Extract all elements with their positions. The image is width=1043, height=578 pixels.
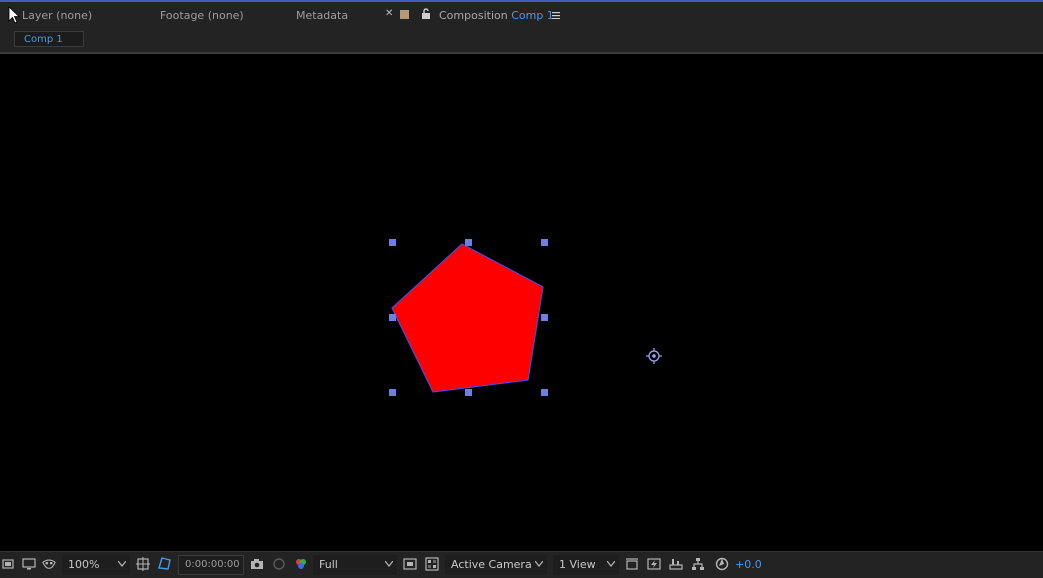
timeline-icon[interactable] [669,557,683,571]
view-layout-dropdown[interactable]: 1 View [553,555,619,575]
chevron-down-icon [385,561,393,567]
chevron-down-icon [607,561,615,567]
fast-previews-icon[interactable] [647,557,661,571]
mask-visibility-icon[interactable] [42,557,56,571]
tab-footage[interactable]: Footage (none) [160,9,244,22]
viewer-canvas [389,239,662,396]
panel-menu-icon[interactable] [552,12,560,19]
tab-layer[interactable]: Layer (none) [22,9,92,22]
pentagon-shape-layer[interactable] [391,243,544,393]
magnification-dropdown[interactable]: 100% [62,555,130,575]
magnification-value: 100% [68,558,100,571]
mouse-pointer-icon [8,6,20,24]
handle-bottom-left[interactable] [389,389,396,396]
composition-navigator: Comp 1 [0,28,1043,52]
color-channels-icon[interactable] [294,557,308,571]
handle-top-center[interactable] [465,239,472,246]
handle-middle-right[interactable] [541,314,548,321]
handle-top-right[interactable] [541,239,548,246]
monitor-icon[interactable] [22,557,36,571]
camera-snapshot-icon[interactable] [250,557,264,571]
region-of-interest-icon[interactable] [403,557,417,571]
tab-metadata[interactable]: Metadata [296,9,348,22]
current-time-field[interactable]: 0:00:00:00 [178,555,244,575]
composition-name: Comp 1 [511,9,554,22]
handle-bottom-right[interactable] [541,389,548,396]
anchor-point-icon[interactable] [646,348,662,364]
viewer-toolbar: 100% 0:00:00:00 Full Active Camera 1 Vie… [0,551,1043,578]
handle-middle-left[interactable] [389,314,396,321]
composition-tab-label: Composition Comp 1 [439,9,554,22]
composition-viewer[interactable] [0,54,1043,551]
tab-composition[interactable]: ✕ Composition Comp 1 [385,4,561,30]
label-color-swatch[interactable] [400,10,409,19]
view-layout-value: 1 View [559,558,596,571]
timecode-value: 0:00:00:00 [185,559,240,570]
breadcrumb[interactable]: Comp 1 [14,31,84,47]
chevron-down-icon [118,561,126,567]
grid-guides-icon[interactable] [136,557,150,571]
exposure-value[interactable]: +0.0 [735,558,762,571]
handle-top-left[interactable] [389,239,396,246]
mask-path-visibility-icon[interactable] [158,557,172,571]
show-snapshot-icon[interactable] [272,557,286,571]
reset-exposure-icon[interactable] [715,557,729,571]
toggle-pixel-aspect-icon[interactable] [625,557,639,571]
unlock-icon[interactable] [421,8,431,20]
composition-prefix: Composition [439,9,508,22]
chevron-down-icon [535,561,543,567]
panel-tab-bar: Layer (none) Footage (none) Metadata ✕ C… [0,2,1043,30]
transparency-grid-icon[interactable] [425,557,439,571]
resolution-value: Full [319,558,338,571]
always-preview-icon[interactable] [2,557,16,571]
handle-bottom-center[interactable] [465,389,472,396]
resolution-dropdown[interactable]: Full [313,555,397,575]
close-icon[interactable]: ✕ [385,8,393,19]
camera-view-dropdown[interactable]: Active Camera [445,555,547,575]
camera-view-value: Active Camera [451,558,532,571]
flowchart-icon[interactable] [691,557,705,571]
